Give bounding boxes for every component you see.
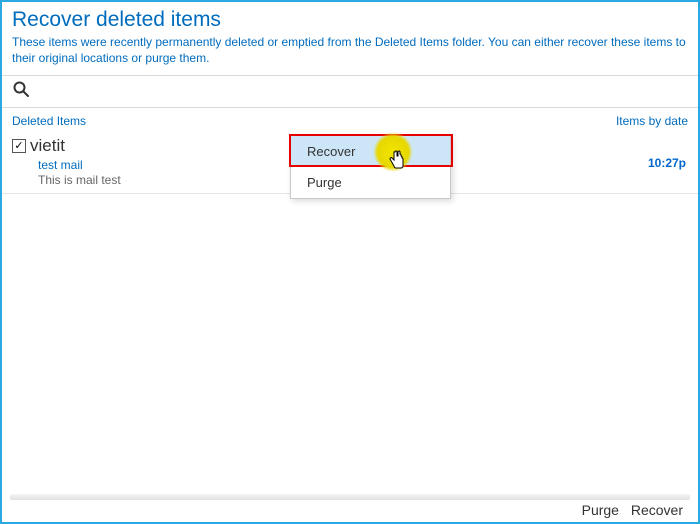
checkbox[interactable]: ✓ [12,139,26,153]
context-menu: Recover Purge [290,135,451,199]
page-description: These items were recently permanently de… [12,34,688,66]
folder-label[interactable]: Deleted Items [12,114,86,128]
search-icon [12,80,30,103]
menu-recover[interactable]: Recover [291,136,450,167]
mail-time: 10:27p [648,156,686,170]
purge-button[interactable]: Purge [582,502,619,518]
page-title: Recover deleted items [12,8,688,32]
sender-name: vietit [30,136,65,156]
recover-button[interactable]: Recover [631,502,683,518]
sort-label[interactable]: Items by date [616,114,688,128]
footer-actions: Purge Recover [574,502,683,518]
search-bar[interactable] [2,75,698,108]
content-shadow [10,494,690,500]
header: Recover deleted items These items were r… [2,2,698,69]
meta-row: Deleted Items Items by date [2,108,698,132]
menu-purge[interactable]: Purge [291,167,450,198]
